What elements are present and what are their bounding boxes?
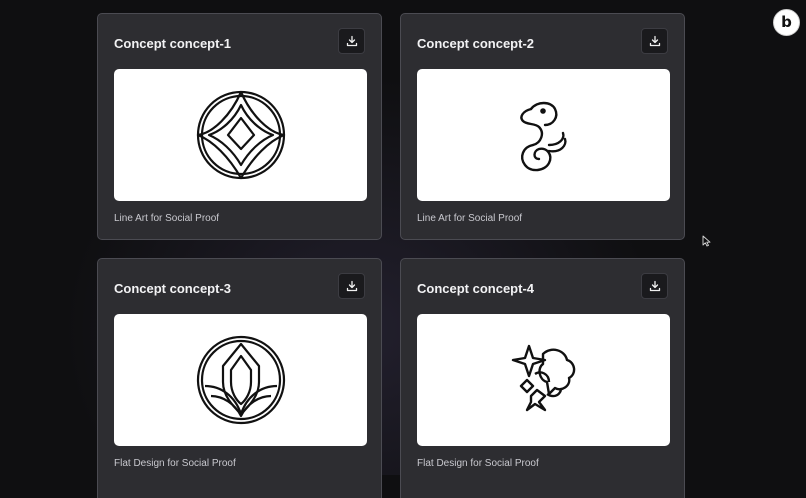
mouse-cursor-icon xyxy=(702,235,711,247)
nested-diamond-emblem-icon xyxy=(196,90,285,180)
shield-leaf-emblem-icon xyxy=(196,335,285,425)
concept-card-2: Concept concept-2 Line Art for Social Pr… xyxy=(400,13,685,240)
download-button[interactable] xyxy=(641,273,668,299)
download-icon xyxy=(649,280,660,292)
concept-card-4: Concept concept-4 Flat Design for Social… xyxy=(400,258,685,498)
seahorse-swirl-icon xyxy=(519,101,567,172)
concept-card-3: Concept concept-3 Flat Design for Social… xyxy=(97,258,382,498)
card-title: Concept concept-2 xyxy=(417,36,535,51)
sparkle-cluster-icon xyxy=(511,344,575,412)
brand-letter: b xyxy=(781,13,792,31)
concept-card-1: Concept concept-1 Line Art for Social Pr… xyxy=(97,13,382,240)
download-icon xyxy=(346,35,357,47)
brand-logo-badge[interactable]: b xyxy=(773,9,800,36)
card-caption: Line Art for Social Proof xyxy=(114,213,220,224)
card-caption: Line Art for Social Proof xyxy=(417,213,523,224)
concept-preview-image[interactable] xyxy=(417,69,670,201)
card-title: Concept concept-3 xyxy=(114,281,232,296)
download-button[interactable] xyxy=(338,28,365,54)
concept-preview-image[interactable] xyxy=(114,69,367,201)
card-title: Concept concept-1 xyxy=(114,36,232,51)
download-icon xyxy=(649,35,660,47)
card-title: Concept concept-4 xyxy=(417,281,535,296)
download-icon xyxy=(346,280,357,292)
download-button[interactable] xyxy=(641,28,668,54)
card-caption: Flat Design for Social Proof xyxy=(114,458,236,469)
download-button[interactable] xyxy=(338,273,365,299)
concept-preview-image[interactable] xyxy=(114,314,367,446)
concept-preview-image[interactable] xyxy=(417,314,670,446)
card-caption: Flat Design for Social Proof xyxy=(417,458,539,469)
